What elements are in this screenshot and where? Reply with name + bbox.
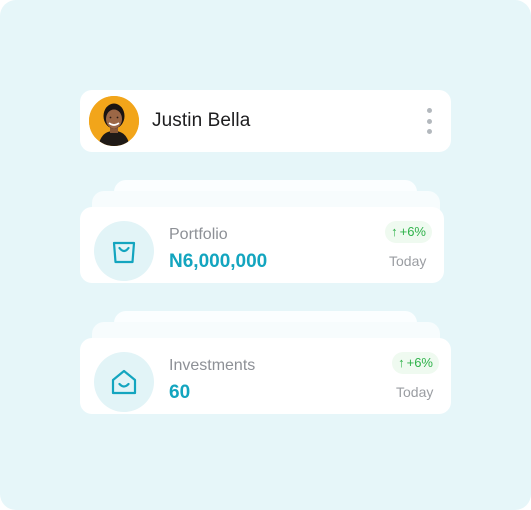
house-icon — [111, 369, 137, 395]
investments-label: Investments — [169, 357, 256, 374]
widget-panel: Justin Bella Portfolio N6,000,000 ↑ +6% … — [0, 0, 531, 510]
investments-value: 60 — [169, 382, 191, 403]
change-badge: ↑ +6% — [392, 352, 439, 374]
portfolio-label: Portfolio — [169, 226, 228, 243]
profile-card[interactable]: Justin Bella — [80, 90, 451, 152]
portfolio-icon-circle — [94, 221, 154, 281]
change-badge: ↑ +6% — [385, 221, 432, 243]
portfolio-value: N6,000,000 — [169, 251, 268, 272]
arrow-up-icon: ↑ — [398, 355, 405, 370]
investments-card[interactable]: Investments 60 ↑ +6% Today — [80, 338, 451, 414]
arrow-up-icon: ↑ — [391, 224, 398, 239]
user-name: Justin Bella — [152, 110, 251, 131]
change-value: +6% — [406, 355, 433, 370]
investments-icon-circle — [94, 352, 154, 412]
period-label: Today — [389, 253, 427, 269]
more-options-icon[interactable] — [425, 108, 433, 134]
shopping-bag-icon — [112, 241, 136, 264]
period-label: Today — [396, 384, 434, 400]
portfolio-card[interactable]: Portfolio N6,000,000 ↑ +6% Today — [80, 207, 444, 283]
change-value: +6% — [399, 224, 426, 239]
avatar[interactable] — [89, 96, 139, 146]
